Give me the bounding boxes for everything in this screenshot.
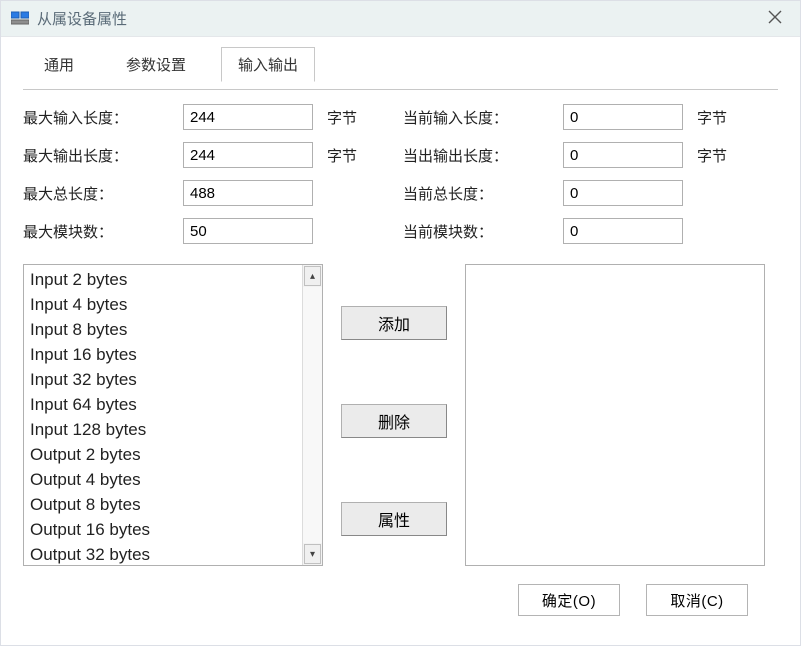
add-button[interactable]: 添加 [341, 306, 447, 340]
window-title: 从属设备属性 [37, 8, 127, 29]
property-button[interactable]: 属性 [341, 502, 447, 536]
input-max-modules[interactable] [183, 218, 313, 244]
window: 从属设备属性 通用 参数设置 输入输出 最大输入长度： 字节 当前输入长度： 字… [0, 0, 801, 646]
input-max-input-len[interactable] [183, 104, 313, 130]
content: 通用 参数设置 输入输出 最大输入长度： 字节 当前输入长度： 字节 最大输出长… [1, 37, 800, 645]
unit-byte: 字节 [313, 107, 363, 128]
list-item[interactable]: Input 4 bytes [28, 292, 298, 317]
available-modules-listbox[interactable]: Input 2 bytes Input 4 bytes Input 8 byte… [23, 264, 323, 566]
scroll-down-icon[interactable]: ▾ [304, 544, 321, 564]
list-item[interactable]: Output 32 bytes [28, 542, 298, 565]
list-item[interactable]: Input 8 bytes [28, 317, 298, 342]
tabs-divider [23, 89, 778, 90]
unit-byte: 字节 [313, 145, 363, 166]
dialog-footer: 确定(O) 取消(C) [23, 566, 778, 632]
input-max-total-len[interactable] [183, 180, 313, 206]
label-max-total-len: 最大总长度： [23, 183, 183, 204]
tab-io[interactable]: 输入输出 [221, 47, 315, 82]
list-item[interactable]: Input 32 bytes [28, 367, 298, 392]
label-cur-total-len: 当前总长度： [403, 183, 563, 204]
scrollbar[interactable]: ▴ ▾ [302, 265, 322, 565]
form-grid: 最大输入长度： 字节 当前输入长度： 字节 最大输出长度： 字节 当出输出长度：… [23, 104, 778, 244]
ok-button[interactable]: 确定(O) [518, 584, 620, 616]
list-item[interactable]: Input 16 bytes [28, 342, 298, 367]
list-item[interactable]: Input 128 bytes [28, 417, 298, 442]
input-cur-output-len[interactable] [563, 142, 683, 168]
list-item[interactable]: Output 2 bytes [28, 442, 298, 467]
selected-modules-listbox[interactable] [465, 264, 765, 566]
cancel-button[interactable]: 取消(C) [646, 584, 748, 616]
available-modules-items: Input 2 bytes Input 4 bytes Input 8 byte… [24, 265, 302, 565]
unit-byte: 字节 [683, 145, 733, 166]
tabs: 通用 参数设置 输入输出 [23, 47, 778, 82]
list-item[interactable]: Output 16 bytes [28, 517, 298, 542]
list-item[interactable]: Input 2 bytes [28, 267, 298, 292]
label-cur-input-len: 当前输入长度： [403, 107, 563, 128]
input-cur-total-len[interactable] [563, 180, 683, 206]
lists-row: Input 2 bytes Input 4 bytes Input 8 byte… [23, 264, 778, 566]
scroll-track[interactable] [303, 287, 322, 543]
tab-param[interactable]: 参数设置 [109, 47, 203, 82]
delete-button[interactable]: 删除 [341, 404, 447, 438]
input-max-output-len[interactable] [183, 142, 313, 168]
tab-general[interactable]: 通用 [27, 47, 91, 82]
list-item[interactable]: Output 4 bytes [28, 467, 298, 492]
label-max-modules: 最大模块数： [23, 221, 183, 242]
input-cur-input-len[interactable] [563, 104, 683, 130]
action-column: 添加 删除 属性 [341, 264, 447, 536]
app-icon [11, 10, 29, 28]
unit-byte: 字节 [683, 107, 733, 128]
label-cur-modules: 当前模块数： [403, 221, 563, 242]
titlebar: 从属设备属性 [1, 1, 800, 37]
input-cur-modules[interactable] [563, 218, 683, 244]
close-icon[interactable] [760, 4, 790, 33]
label-cur-output-len: 当出输出长度： [403, 145, 563, 166]
list-item[interactable]: Output 8 bytes [28, 492, 298, 517]
label-max-output-len: 最大输出长度： [23, 145, 183, 166]
label-max-input-len: 最大输入长度： [23, 107, 183, 128]
scroll-up-icon[interactable]: ▴ [304, 266, 321, 286]
list-item[interactable]: Input 64 bytes [28, 392, 298, 417]
